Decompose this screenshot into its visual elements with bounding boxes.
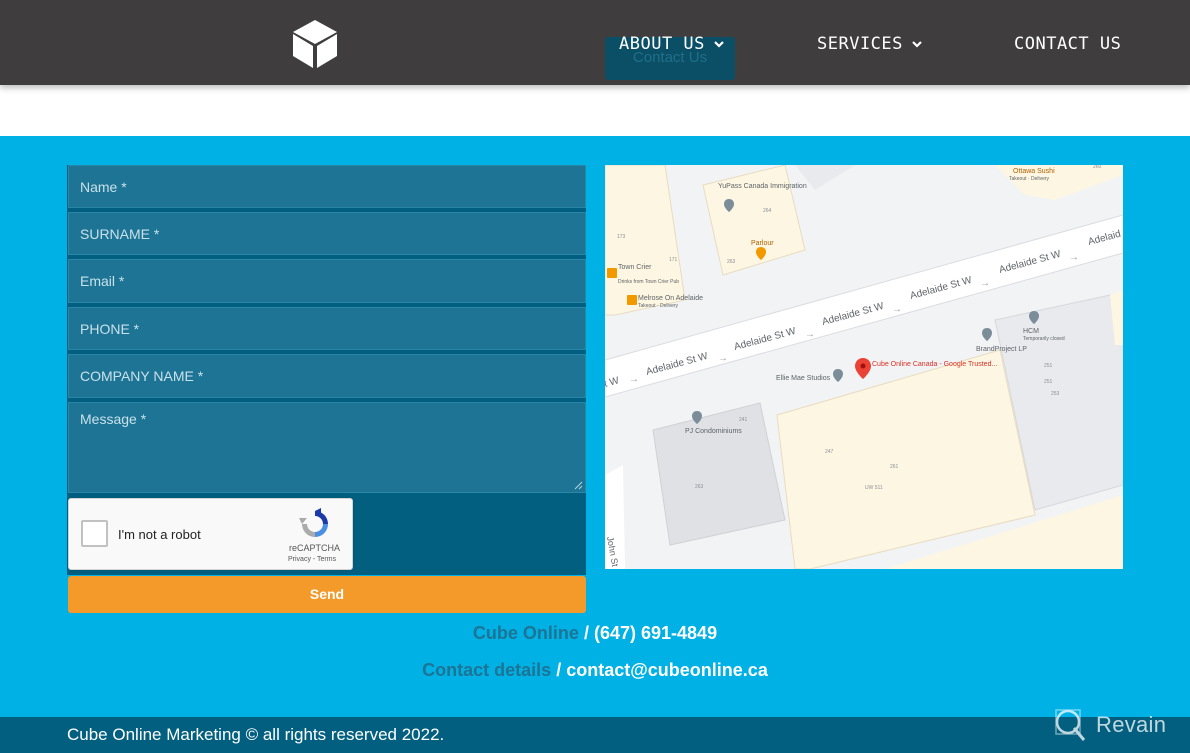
google-map[interactable]: t W Adelaide St W Adelaide St W Adelaide… (605, 165, 1123, 569)
street-number: 261 (890, 464, 899, 470)
phone-label: Cube Online (472, 623, 579, 643)
recaptcha-label: I'm not a robot (118, 527, 201, 542)
place-sub: Temporarily closed (1023, 336, 1065, 342)
place-label: Parlour (751, 240, 774, 247)
nav-services[interactable]: SERVICES (817, 33, 923, 55)
map-pin-icon[interactable] (855, 358, 871, 379)
place-label: Town Crier (618, 264, 652, 271)
street-number: 171 (669, 257, 678, 263)
svg-text:→: → (805, 329, 815, 340)
place-label: Ottawa Sushi (1013, 168, 1055, 175)
copyright-text: Cube Online Marketing © all rights reser… (67, 725, 445, 744)
phone-link[interactable]: (647) 691-4849 (594, 623, 717, 643)
place-sub: Takeout · Delivery (1009, 176, 1050, 182)
send-button[interactable]: Send (68, 576, 586, 613)
email-label: Contact details (422, 660, 552, 680)
street-number: 251 (1044, 363, 1053, 369)
svg-text:→: → (1069, 252, 1079, 263)
name-field[interactable]: Name * (68, 165, 586, 208)
resize-handle-icon[interactable] (573, 480, 583, 490)
street-number: 264 (763, 208, 772, 214)
header-spacer (0, 85, 1190, 136)
map-canvas: t W Adelaide St W Adelaide St W Adelaide… (605, 165, 1123, 569)
place-label: Melrose On Adelaide (638, 295, 703, 302)
revain-logo-icon (1055, 709, 1086, 741)
nav-about-us[interactable]: ABOUT US (619, 33, 725, 55)
separator: / (556, 660, 562, 680)
street-number: 173 (617, 234, 626, 240)
street-number: 263 (727, 259, 736, 265)
surname-field[interactable]: SURNAME * (68, 212, 586, 255)
street-number: 251 (1044, 379, 1053, 385)
recaptcha-icon (299, 508, 328, 537)
email-line: Contact details / contact@cubeonline.ca (0, 660, 1190, 681)
cube-icon[interactable] (290, 18, 340, 70)
street-number: 263 (695, 484, 704, 490)
svg-text:→: → (629, 374, 639, 385)
nav-label: CONTACT US (1014, 34, 1122, 54)
recaptcha-terms-link[interactable]: Privacy - Terms (288, 556, 336, 563)
place-label: PJ Condominiums (685, 428, 742, 435)
place-label: Ellie Mae Studios (776, 375, 831, 382)
svg-text:→: → (980, 278, 990, 289)
separator: / (583, 623, 589, 643)
recaptcha-widget: I'm not a robot reCAPTCHA Privacy - Term… (68, 498, 353, 570)
street-number: 247 (825, 449, 834, 455)
place-sub: Takeout · Delivery (638, 303, 679, 309)
phone-line: Cube Online / (647) 691-4849 (0, 623, 1190, 644)
nav-label: SERVICES (817, 34, 903, 54)
nav-label: ABOUT US (619, 34, 705, 54)
revain-watermark: Revain (1054, 708, 1166, 742)
company-name-field[interactable]: COMPANY NAME * (68, 354, 586, 398)
street-number: 260 (1093, 165, 1102, 170)
recaptcha-checkbox[interactable] (81, 520, 108, 547)
place-label: YuPass Canada Immigration (718, 183, 807, 190)
message-placeholder: Message * (80, 411, 147, 427)
svg-text:→: → (892, 304, 902, 315)
recaptcha-brand: reCAPTCHA (289, 543, 341, 553)
site-header: Contact Us ABOUT US SERVICES CONTACT US (0, 0, 1190, 85)
place-label: BrandProject LP (976, 346, 1027, 353)
nav-contact-us[interactable]: CONTACT US (1014, 33, 1121, 55)
place-label: HCM (1023, 328, 1039, 335)
email-field[interactable]: Email * (68, 259, 586, 303)
street-number: 241 (739, 417, 748, 423)
chevron-down-icon (912, 41, 922, 48)
email-link[interactable]: contact@cubeonline.ca (566, 660, 768, 680)
place-label: Cube Online Canada - Google Trusted... (872, 361, 997, 368)
message-field[interactable]: Message * (68, 402, 586, 493)
svg-text:→: → (718, 353, 728, 364)
revain-text: Revain (1096, 712, 1167, 737)
phone-field[interactable]: PHONE * (68, 307, 586, 350)
place-sub: Drinks from Town Crier Pub (618, 279, 679, 285)
street-number: 253 (1051, 391, 1060, 397)
chevron-down-icon (714, 41, 724, 48)
street-number: UW 511 (865, 485, 883, 491)
